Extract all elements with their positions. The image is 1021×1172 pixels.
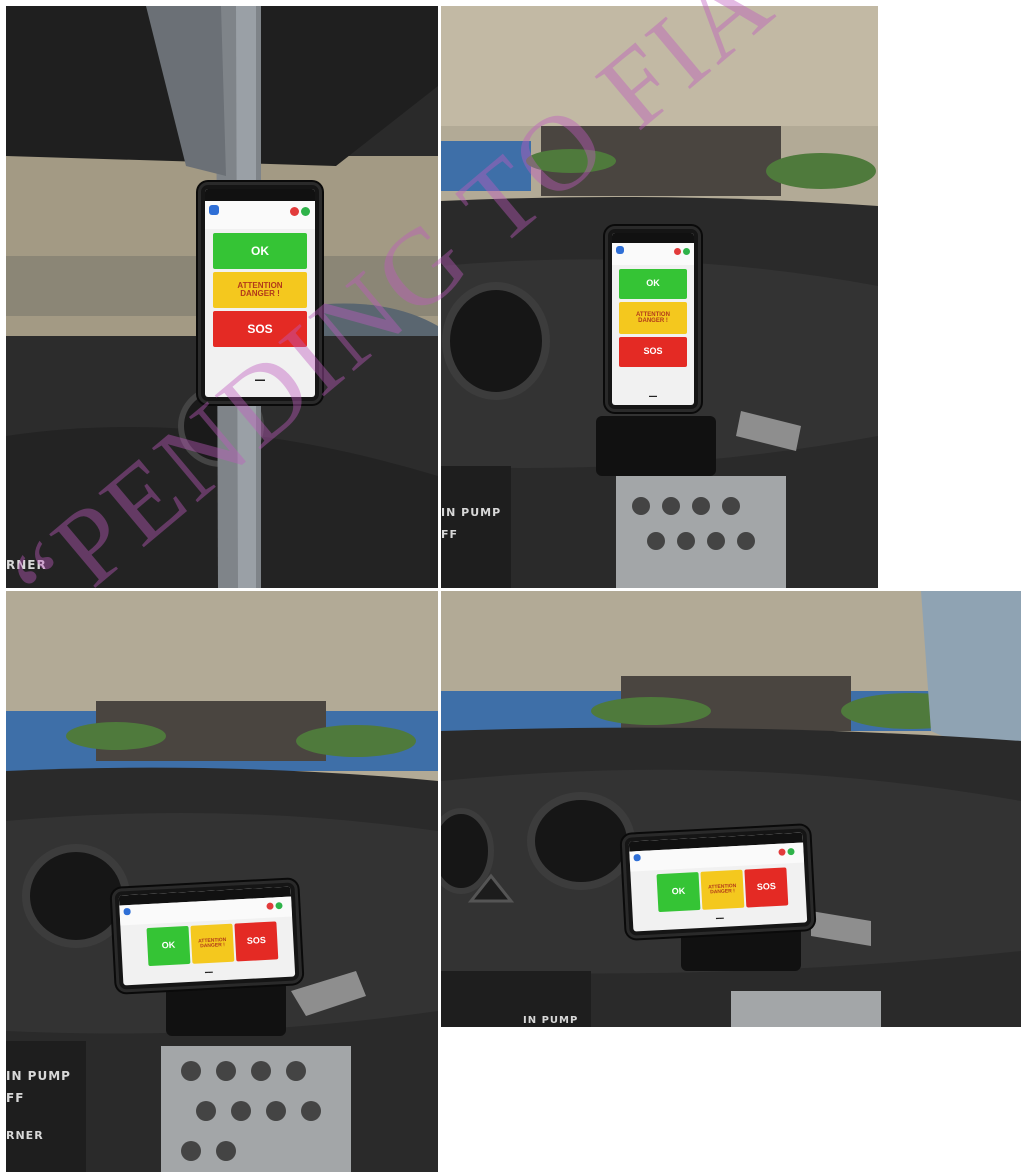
attention-danger-button[interactable]: ATTENTION DANGER ! [213, 272, 307, 308]
phone-portrait-dashboard: OK ATTENTION DANGER ! SOS ▬▬ [605, 226, 701, 412]
app-header [612, 243, 694, 265]
attention-danger-button[interactable]: ATTENTION DANGER ! [700, 869, 745, 910]
phone-landscape-dashboard-right: OK ATTENTION DANGER ! SOS ▬▬ [621, 825, 815, 939]
panel-label-pump: IN PUMP [441, 506, 502, 519]
call-icon[interactable] [301, 207, 310, 216]
sos-button[interactable]: SOS [744, 867, 789, 908]
panel-label-corner: RNER [6, 558, 47, 572]
app-header [205, 201, 315, 229]
attention-danger-button[interactable]: ATTENTION DANGER ! [190, 923, 235, 964]
danger-label: DANGER ! [710, 888, 736, 896]
call-icon[interactable] [787, 847, 795, 856]
app-screen: OK ATTENTION DANGER ! SOS ▬▬ [628, 832, 808, 932]
panel-label-off: FF [6, 1091, 25, 1105]
panel-label-corner: RNER [6, 1129, 44, 1142]
sos-button[interactable]: SOS [234, 921, 279, 962]
phone-landscape-dashboard-left: OK ATTENTION DANGER ! SOS ▬▬ [111, 879, 303, 993]
home-icon[interactable] [209, 205, 219, 215]
call-icon[interactable] [683, 248, 690, 255]
phone-portrait-roll-cage: OK ATTENTION DANGER ! SOS ▬▬ [198, 182, 322, 404]
hangup-icon[interactable] [778, 848, 786, 856]
status-bar [205, 189, 315, 201]
hangup-icon[interactable] [290, 207, 299, 216]
brand-logo: ▬▬ [204, 968, 213, 975]
photo-dashboard-landscape-mount: IN PUMP FF RNER [6, 591, 438, 1172]
hangup-icon[interactable] [266, 902, 274, 910]
home-icon[interactable] [633, 854, 641, 862]
brand-logo: ▬▬ [715, 914, 724, 921]
hangup-icon[interactable] [674, 248, 681, 255]
danger-label: DANGER ! [200, 942, 226, 950]
panel-label-pump: IN PUMP [6, 1069, 71, 1083]
ok-button[interactable]: OK [213, 233, 307, 269]
brand-logo: ▬▬ [255, 377, 265, 383]
photo-dashboard-landscape-wide: IN PUMP [441, 591, 1021, 1027]
app-screen: OK ATTENTION DANGER ! SOS ▬▬ [612, 233, 694, 405]
home-icon[interactable] [616, 246, 624, 254]
ok-button[interactable]: OK [619, 269, 687, 299]
panel-label-pump: IN PUMP [523, 1015, 579, 1026]
sos-button[interactable]: SOS [213, 311, 307, 347]
app-screen: OK ATTENTION DANGER ! SOS ▬▬ [205, 189, 315, 397]
brand-logo: ▬▬ [649, 393, 657, 398]
app-screen: OK ATTENTION DANGER ! SOS ▬▬ [118, 886, 296, 986]
danger-label: DANGER ! [240, 289, 280, 298]
ok-button[interactable]: OK [146, 925, 191, 967]
status-bar [612, 233, 694, 243]
attention-danger-button[interactable]: ATTENTION DANGER ! [619, 302, 687, 334]
call-icon[interactable] [275, 902, 283, 910]
ok-button[interactable]: OK [656, 872, 701, 913]
home-icon[interactable] [123, 907, 131, 916]
sos-button[interactable]: SOS [619, 337, 687, 367]
danger-label: DANGER ! [638, 318, 668, 324]
panel-label-off: FF [441, 528, 459, 541]
